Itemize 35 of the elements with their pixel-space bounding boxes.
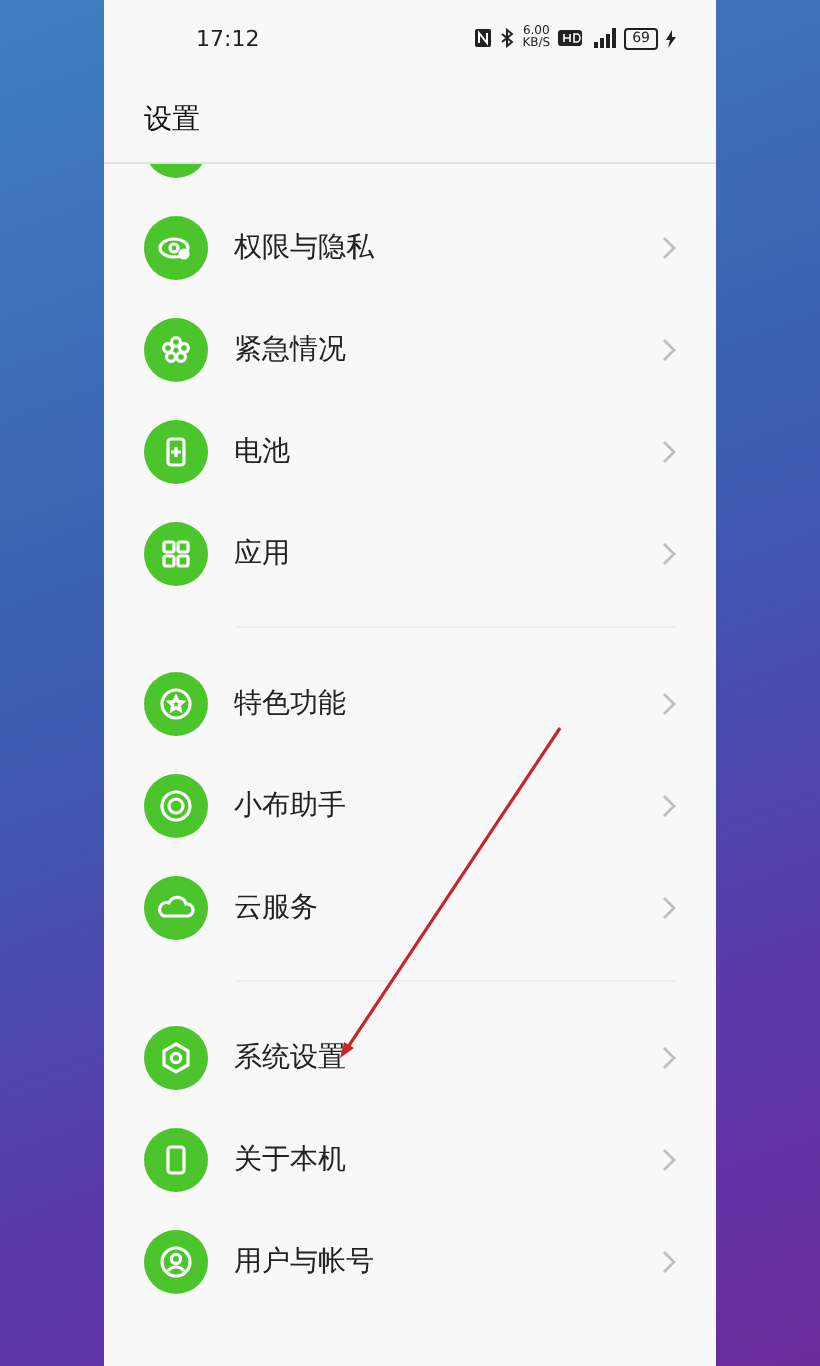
settings-item[interactable]: 电池 [234,433,636,469]
chevron-icon [662,1147,676,1171]
signal-icon [590,28,617,48]
flower-icon [144,317,208,381]
settings-item[interactable]: 应用 [234,535,636,571]
eye-icon [144,215,208,279]
settings-item[interactable]: 权限与隐私 [234,229,636,265]
target-icon [144,773,208,837]
settings-item[interactable]: 关于本机 [234,1141,636,1177]
chevron-icon [662,439,676,463]
settings-item[interactable]: 云服务 [234,889,636,925]
nfc-icon [474,28,493,48]
cloud-icon [144,875,208,939]
chevron-icon [662,1045,676,1069]
grid-icon [144,521,208,585]
settings-item[interactable]: 小布助手 [234,787,636,823]
hd-icon [558,30,583,46]
bluetooth-icon [500,28,515,48]
settings-item[interactable]: 系统设置 [234,1039,636,1075]
settings-item[interactable]: 用户与帐号 [234,1243,636,1279]
battery-icon [144,419,208,483]
chevron-icon [662,691,676,715]
chevron-icon [662,235,676,259]
status-time: 17:12 [196,25,260,51]
chevron-icon [662,541,676,565]
user-icon [144,1229,208,1293]
phone-icon [144,1127,208,1191]
chevron-icon [662,895,676,919]
page-title: 设置 [144,101,200,137]
chevron-icon [662,337,676,361]
chevron-icon [662,1249,676,1273]
charging-icon [666,29,676,47]
chevron-icon [662,793,676,817]
settings-item[interactable]: 特色功能 [234,685,636,721]
settings-item[interactable]: 紧急情况 [234,331,636,367]
